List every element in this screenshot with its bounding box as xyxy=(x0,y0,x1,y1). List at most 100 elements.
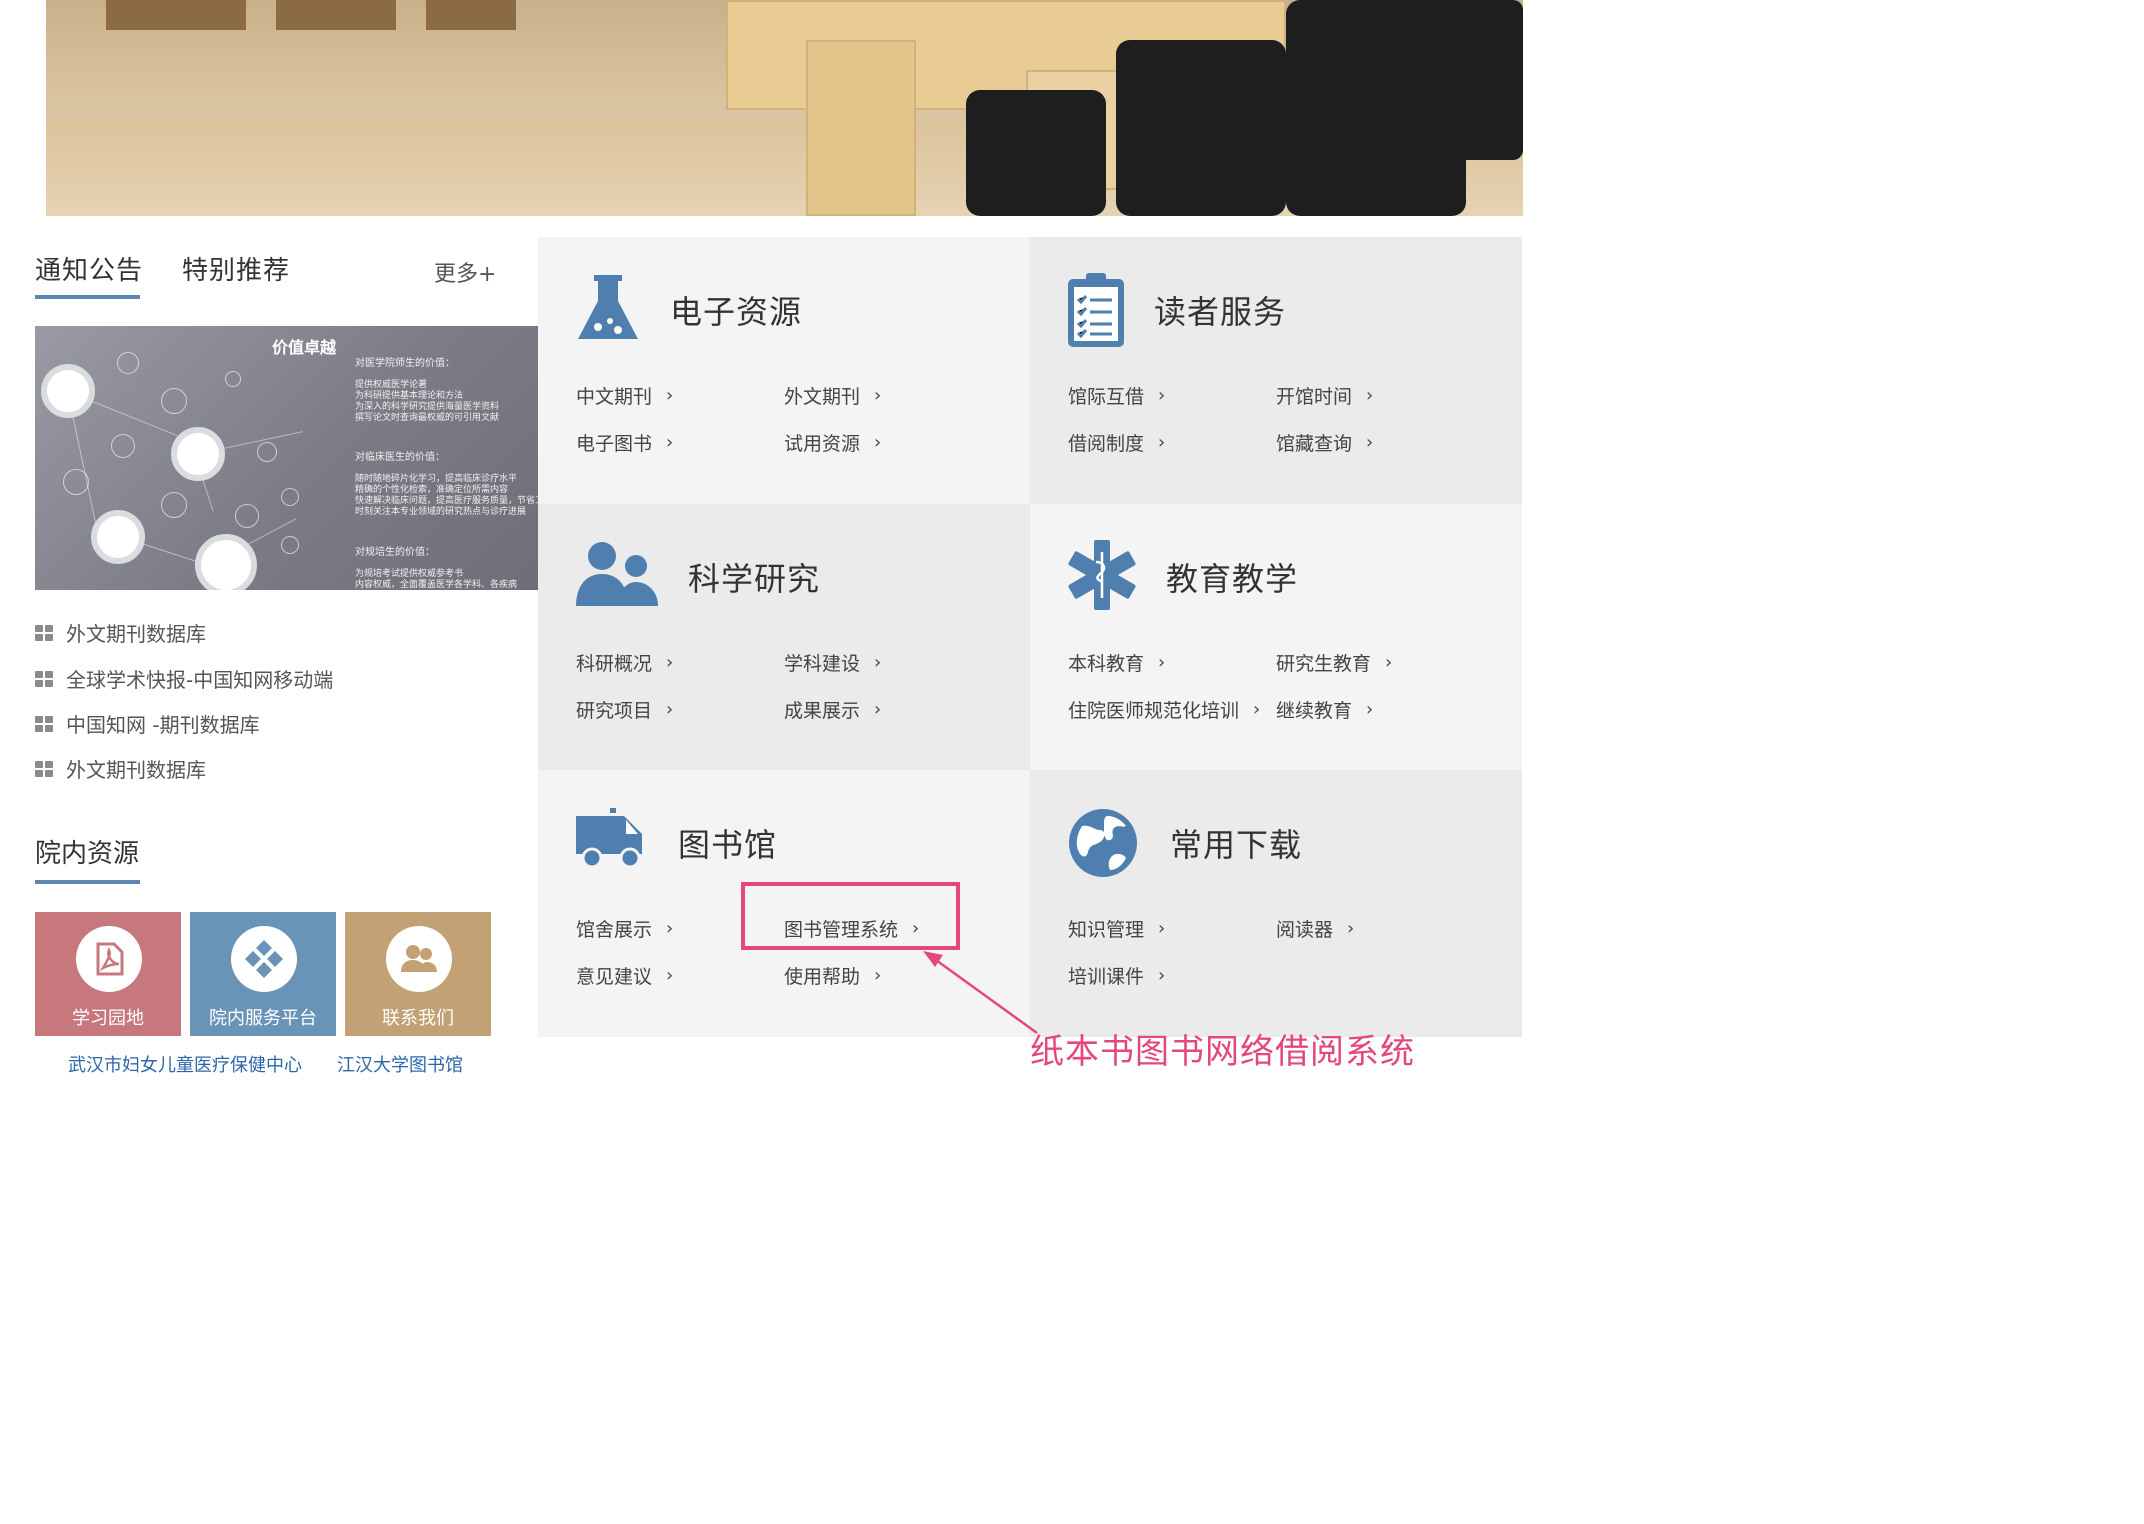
document-icon xyxy=(171,427,225,481)
chevron-right-icon: › xyxy=(874,432,882,453)
chevron-right-icon: › xyxy=(1366,385,1374,406)
annotation-arrow-icon xyxy=(923,951,1038,1035)
puzzle-icon xyxy=(231,926,297,992)
link-e-books[interactable]: 电子图书 › xyxy=(576,429,673,456)
link-undergraduate[interactable]: 本科教育 › xyxy=(1068,649,1165,676)
panel-title: 读者服务 xyxy=(1154,293,1287,331)
page-root: 通知公告 特别推荐 更多+ 价值卓越 对医学院师生的价值： 提供权威医学论著 为… xyxy=(0,0,1564,1098)
panel-e-resources: 电子资源 中文期刊 › 外文期刊 › 电子图书 › 试用资源 › xyxy=(538,237,1030,504)
section-underline xyxy=(35,880,140,884)
hazard-icon xyxy=(195,534,257,590)
chevron-right-icon: › xyxy=(666,918,674,939)
value-heading-residents: 对规培生的价值： xyxy=(355,547,435,558)
footer-link-hospital[interactable]: 武汉市妇女儿童医疗保健中心 xyxy=(68,1051,302,1077)
chevron-right-icon: › xyxy=(1347,918,1355,939)
grid-icon xyxy=(35,624,53,641)
link-opening-hours[interactable]: 开馆时间 › xyxy=(1276,382,1373,409)
tile-study-garden[interactable]: 学习园地 xyxy=(35,912,181,1036)
note-icon xyxy=(91,510,145,564)
link-continuing-education[interactable]: 继续教育 › xyxy=(1276,696,1373,723)
link-knowledge-management[interactable]: 知识管理 › xyxy=(1068,915,1165,942)
tab-notice[interactable]: 通知公告 xyxy=(35,250,143,287)
chevron-right-icon: › xyxy=(666,652,674,673)
panel-title: 教育教学 xyxy=(1166,560,1299,598)
tab-active-underline xyxy=(35,295,140,299)
list-item[interactable]: 全球学术快报-中国知网移动端 xyxy=(35,664,333,693)
news-title: 中国知网 -期刊数据库 xyxy=(66,713,260,737)
chevron-right-icon: › xyxy=(1366,432,1374,453)
value-line: 快速解决临床问题，提高医疗服务质量，节省工作时间 xyxy=(355,496,538,506)
pdf-icon xyxy=(76,926,142,992)
link-reader[interactable]: 阅读器 › xyxy=(1276,915,1354,942)
link-user-help[interactable]: 使用帮助 › xyxy=(784,962,881,989)
value-line: 为规培考试提供权威参考书 xyxy=(355,569,464,579)
panel-reader-services: 读者服务 馆际互借 › 开馆时间 › 借阅制度 › 馆藏查询 › xyxy=(1030,237,1522,504)
chevron-right-icon: › xyxy=(666,965,674,986)
book-icon xyxy=(41,364,95,418)
value-line: 精确的个性化检索，准确定位所需内容 xyxy=(355,485,509,495)
value-line: 随时随地碎片化学习，提高临床诊疗水平 xyxy=(355,474,518,484)
link-building-showcase[interactable]: 馆舍展示 › xyxy=(576,915,673,942)
value-line: 撰写论文时查询最权威的可引用文献 xyxy=(355,413,500,423)
chevron-right-icon: › xyxy=(1366,699,1374,720)
notice-image-title: 价值卓越 xyxy=(272,338,337,357)
link-collection-search[interactable]: 馆藏查询 › xyxy=(1276,429,1373,456)
chevron-right-icon: › xyxy=(874,965,882,986)
hero-banner-image xyxy=(46,0,1523,216)
chevron-right-icon: › xyxy=(874,699,882,720)
tile-label: 联系我们 xyxy=(382,1008,454,1029)
annotation-text: 纸本书图书网络借阅系统 xyxy=(1030,1032,1415,1072)
chevron-right-icon: › xyxy=(666,432,674,453)
link-feedback[interactable]: 意见建议 › xyxy=(576,962,673,989)
list-item[interactable]: 外文期刊数据库 xyxy=(35,754,206,783)
tile-service-platform[interactable]: 院内服务平台 xyxy=(190,912,336,1036)
panel-research: 科学研究 科研概况 › 学科建设 › 研究项目 › 成果展示 › xyxy=(538,504,1030,771)
chevron-right-icon: › xyxy=(666,385,674,406)
panel-downloads: 常用下载 知识管理 › 阅读器 › 培训课件 › xyxy=(1030,770,1522,1037)
link-research-overview[interactable]: 科研概况 › xyxy=(576,649,673,676)
medical-star-icon xyxy=(1068,540,1136,610)
link-interlibrary-loan[interactable]: 馆际互借 › xyxy=(1068,382,1165,409)
chevron-right-icon: › xyxy=(1158,965,1166,986)
link-residency-training[interactable]: 住院医师规范化培训 › xyxy=(1068,696,1260,723)
link-discipline-building[interactable]: 学科建设 › xyxy=(784,649,881,676)
link-chinese-journals[interactable]: 中文期刊 › xyxy=(576,382,673,409)
section-title-resources: 院内资源 xyxy=(35,839,140,869)
flask-icon xyxy=(578,275,638,339)
grid-icon xyxy=(35,760,53,777)
value-heading-students: 对医学院师生的价值： xyxy=(355,358,455,369)
value-heading-clinicians: 对临床医生的价值： xyxy=(355,452,445,463)
chevron-right-icon: › xyxy=(874,652,882,673)
link-graduate[interactable]: 研究生教育 › xyxy=(1276,649,1392,676)
link-foreign-journals[interactable]: 外文期刊 › xyxy=(784,382,881,409)
notice-banner-image[interactable]: 价值卓越 对医学院师生的价值： 提供权威医学论著 为科研提供基本理论和方法 为深… xyxy=(35,326,538,590)
list-item[interactable]: 外文期刊数据库 xyxy=(35,618,206,647)
link-trial-resources[interactable]: 试用资源 › xyxy=(784,429,881,456)
tab-recommend[interactable]: 特别推荐 xyxy=(182,250,290,287)
more-link[interactable]: 更多+ xyxy=(434,256,496,288)
chevron-right-icon: › xyxy=(1158,918,1166,939)
link-training-courseware[interactable]: 培训课件 › xyxy=(1068,962,1165,989)
panel-title: 图书馆 xyxy=(678,826,778,864)
footer-link-jianghan-library[interactable]: 江汉大学图书馆 xyxy=(337,1051,463,1077)
news-title: 外文期刊数据库 xyxy=(66,622,206,646)
value-line: 时刻关注本专业领域的研究热点与诊疗进展 xyxy=(355,507,527,517)
chevron-right-icon: › xyxy=(874,385,882,406)
chevron-right-icon: › xyxy=(666,699,674,720)
value-line: 为深入的科学研究提供海量医学资料 xyxy=(355,402,500,412)
tile-label: 学习园地 xyxy=(72,1008,144,1029)
news-title: 外文期刊数据库 xyxy=(66,758,206,782)
chevron-right-icon: › xyxy=(1158,432,1166,453)
globe-icon xyxy=(1069,809,1137,877)
chevron-right-icon: › xyxy=(1253,699,1261,720)
people-icon xyxy=(576,542,658,606)
link-achievements[interactable]: 成果展示 › xyxy=(784,696,881,723)
list-item[interactable]: 中国知网 -期刊数据库 xyxy=(35,709,260,738)
link-borrowing-rules[interactable]: 借阅制度 › xyxy=(1068,429,1165,456)
value-line: 内容权威，全面覆盖医学各学科、各疾病 xyxy=(355,580,518,590)
clipboard-icon xyxy=(1068,273,1124,347)
link-research-projects[interactable]: 研究项目 › xyxy=(576,696,673,723)
tile-contact-us[interactable]: 联系我们 xyxy=(345,912,491,1036)
panel-title: 科学研究 xyxy=(688,560,821,598)
grid-icon xyxy=(35,715,53,732)
